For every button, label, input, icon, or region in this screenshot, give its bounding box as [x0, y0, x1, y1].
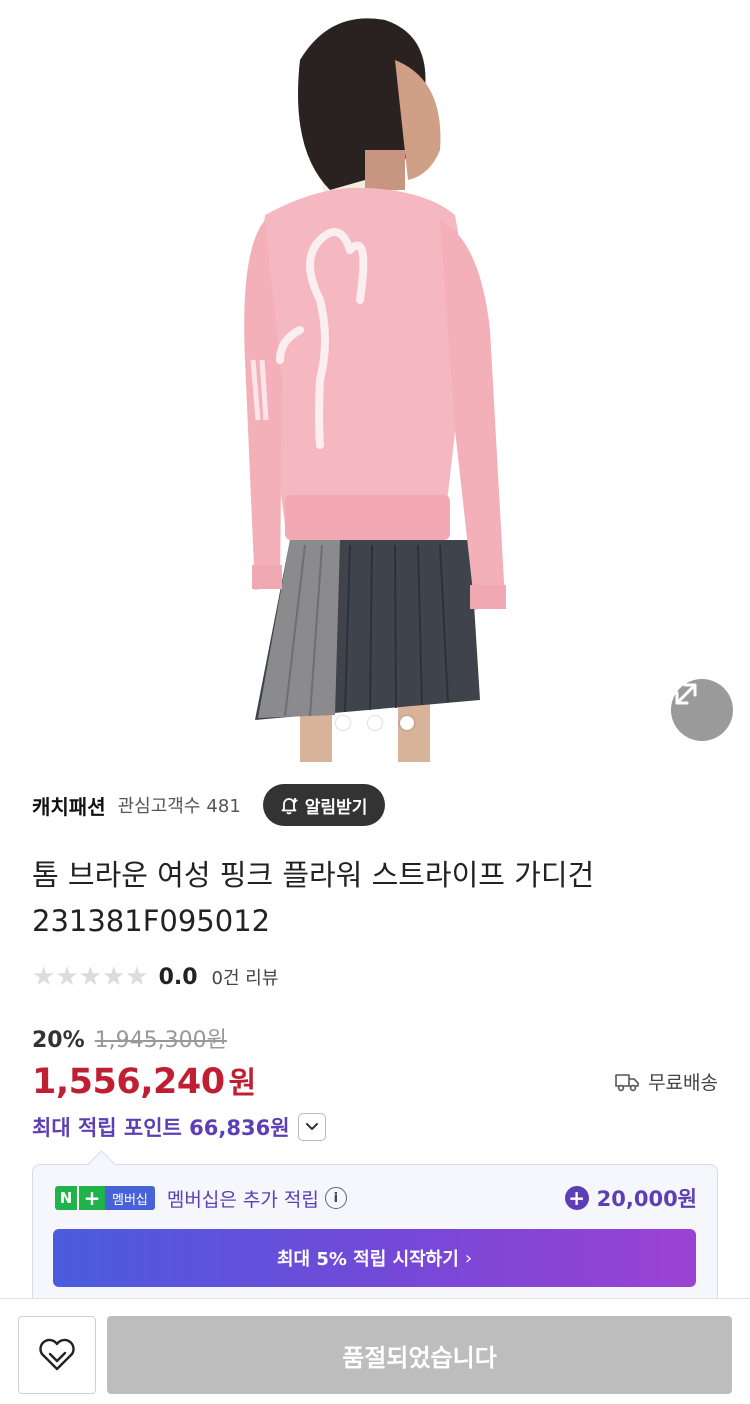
badge-n: N	[55, 1186, 77, 1210]
star-icon: ★	[78, 962, 102, 992]
bell-plus-icon	[281, 798, 298, 815]
product-title: 톰 브라운 여성 핑크 플라워 스트라이프 가디건 231381F095012	[32, 852, 718, 944]
badge-label: 멤버십	[105, 1186, 155, 1210]
chevron-down-icon	[305, 1123, 318, 1130]
badge-plus: +	[77, 1186, 105, 1210]
expand-icon	[675, 683, 697, 705]
sale-price: 1,556,240	[32, 1062, 225, 1102]
info-icon[interactable]: i	[324, 1187, 347, 1209]
review-count[interactable]: 0건 리뷰	[212, 964, 279, 990]
shipping-label: 무료배송	[648, 1072, 718, 1094]
membership-amount: 20,000원	[596, 1187, 697, 1211]
carousel-dots[interactable]	[0, 716, 750, 730]
seller-fans-label: 관심고객수	[117, 796, 201, 817]
alarm-button[interactable]: 알림받기	[262, 784, 386, 826]
currency: 원	[228, 1066, 257, 1101]
naver-plus-badge: N + 멤버십	[55, 1186, 155, 1210]
product-title-line1: 톰 브라운 여성 핑크 플라워 스트라이프 가디건	[32, 858, 595, 892]
rating-score: 0.0	[158, 964, 198, 990]
points-row[interactable]: 최대 적립 포인트 66,836원	[32, 1112, 326, 1142]
original-price: 1,945,300원	[94, 1028, 227, 1053]
product-image[interactable]	[0, 0, 750, 762]
start-membership-label: 최대 5% 적립 시작하기	[276, 1249, 459, 1270]
bottom-bar: 품절되었습니다	[0, 1298, 750, 1404]
seller-name[interactable]: 캐치패션	[32, 791, 106, 820]
soldout-button[interactable]: 품절되었습니다	[107, 1316, 732, 1394]
start-membership-button[interactable]: 최대 5% 적립 시작하기 ›	[53, 1229, 696, 1287]
sale-price-row: 1,556,240 원	[32, 1058, 256, 1102]
discount-rate: 20%	[32, 1028, 85, 1053]
seller-row: 캐치패션 관심고객수 481 알림받기	[32, 782, 718, 828]
star-icon: ★	[101, 962, 126, 992]
star-icon: ★	[55, 962, 79, 992]
membership-bonus: + 20,000원	[564, 1183, 697, 1213]
alarm-button-label: 알림받기	[304, 797, 368, 818]
carousel-dot[interactable]	[368, 716, 382, 730]
seller-fans-count: 481	[206, 796, 241, 817]
points-toggle[interactable]	[297, 1113, 326, 1141]
wish-button[interactable]	[18, 1316, 96, 1394]
shipping-info: 무료배송	[614, 1068, 718, 1095]
truck-icon	[615, 1073, 639, 1091]
star-rating: ★ ★ ★ ★ ★	[32, 962, 149, 992]
plus-circle-icon: +	[564, 1186, 589, 1210]
rating-row[interactable]: ★ ★ ★ ★ ★ 0.0 0건 리뷰	[32, 962, 278, 992]
carousel-dot[interactable]	[400, 716, 414, 730]
points-label: 최대 적립 포인트 66,836원	[32, 1116, 290, 1140]
carousel-dot[interactable]	[336, 716, 350, 730]
membership-row: N + 멤버십 멤버십은 추가 적립 i + 20,000원	[55, 1183, 697, 1213]
star-icon: ★	[125, 962, 149, 992]
chevron-right-icon: ›	[464, 1247, 473, 1269]
product-title-line2: 231381F095012	[32, 904, 271, 938]
product-photo	[244, 18, 506, 762]
star-icon: ★	[32, 962, 56, 992]
discount-row: 20% 1,945,300원	[32, 1022, 227, 1054]
membership-panel: N + 멤버십 멤버십은 추가 적립 i + 20,000원 최대 5% 적립 …	[32, 1164, 718, 1299]
expand-button[interactable]	[671, 679, 733, 741]
heart-icon	[39, 1338, 75, 1371]
membership-text: 멤버십은 추가 적립	[166, 1188, 319, 1211]
seller-fans: 관심고객수 481	[118, 792, 241, 818]
